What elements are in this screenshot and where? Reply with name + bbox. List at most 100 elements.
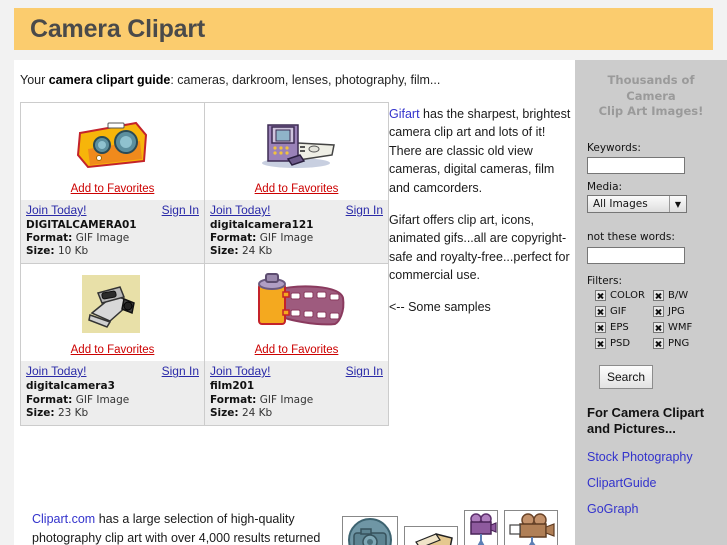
filter-label: EPS: [610, 321, 629, 333]
size-label: Size:: [210, 406, 239, 419]
intro-line: Your camera clipart guide: cameras, dark…: [20, 73, 440, 87]
clipart-com-link[interactable]: Clipart.com: [32, 512, 95, 526]
film-roll-icon[interactable]: [205, 272, 388, 336]
camera-badge-icon[interactable]: [342, 516, 398, 545]
filter-label: WMF: [668, 321, 693, 333]
add-to-favorites[interactable]: Add to Favorites: [21, 179, 204, 197]
list-item[interactable]: [342, 516, 398, 545]
page-header-band: Camera Clipart: [14, 8, 713, 50]
format-label: Format:: [26, 232, 73, 245]
filter-bw[interactable]: B/W: [653, 289, 711, 301]
clipart-row-1: [342, 510, 582, 545]
format-label: Format:: [210, 232, 257, 245]
format-label: Format:: [210, 393, 257, 406]
size-label: Size:: [26, 245, 55, 258]
filter-jpg[interactable]: JPG: [653, 305, 711, 317]
size-label: Size:: [26, 406, 55, 419]
thumbnail-meta: Join Today! Sign In film201 Format: GIF …: [205, 361, 388, 425]
size-value: 24 Kb: [241, 406, 273, 419]
add-to-favorites-link[interactable]: Add to Favorites: [71, 183, 155, 195]
film-camera-tripod-icon[interactable]: [504, 510, 558, 545]
search-button[interactable]: Search: [599, 364, 653, 389]
add-to-favorites-link[interactable]: Add to Favorites: [255, 344, 339, 356]
join-today-link[interactable]: Join Today!: [210, 364, 271, 379]
filter-gif[interactable]: GIF: [595, 305, 653, 317]
clipart-com-blurb: Clipart.com has a large selection of hig…: [32, 510, 332, 545]
compact-camera-icon[interactable]: [21, 111, 204, 175]
broken-image-icon: [653, 337, 664, 349]
list-item[interactable]: [404, 518, 458, 545]
size-value: 24 Kb: [241, 245, 273, 258]
filter-label: JPG: [668, 305, 685, 317]
broken-image-icon: [653, 289, 664, 301]
camera-dock-icon[interactable]: [205, 111, 388, 175]
file-name: digitalcamera121: [210, 219, 314, 231]
gifart-blurb: Gifart has the sharpest, brightest camer…: [389, 105, 575, 331]
blurb-paragraph-1: Gifart has the sharpest, brightest camer…: [389, 105, 575, 197]
list-item[interactable]: [464, 510, 498, 545]
sidebar-link-clipartguide[interactable]: ClipartGuide: [587, 476, 715, 490]
intro-bold: camera clipart guide: [48, 73, 171, 87]
add-to-favorites-link[interactable]: Add to Favorites: [71, 344, 155, 356]
sign-in-link[interactable]: Sign In: [162, 203, 199, 218]
add-to-favorites[interactable]: Add to Favorites: [205, 179, 388, 197]
filter-label: B/W: [668, 289, 689, 301]
page-root: Camera Clipart Your camera clipart guide…: [0, 0, 727, 545]
format-value: GIF Image: [259, 393, 314, 406]
not-these-words-label: not these words:: [587, 231, 675, 244]
intro-prefix: Your: [20, 73, 49, 87]
filter-eps[interactable]: EPS: [595, 321, 653, 333]
size-value: 23 Kb: [57, 406, 89, 419]
filter-label: GIF: [610, 305, 627, 317]
broken-image-icon: [653, 305, 664, 317]
not-these-words-input[interactable]: [587, 246, 685, 264]
sidebar-link-stock-photography[interactable]: Stock Photography: [587, 450, 715, 464]
media-label: Media:: [587, 181, 623, 194]
broken-image-icon: [595, 321, 606, 333]
size-value: 10 Kb: [57, 245, 89, 258]
thumbnail-cell-1: Add to Favorites Join Today! Sign In dig…: [204, 101, 389, 265]
main-content: Your camera clipart guide: cameras, dark…: [14, 60, 575, 545]
join-today-link[interactable]: Join Today!: [210, 203, 271, 218]
sign-in-link[interactable]: Sign In: [346, 203, 383, 218]
add-to-favorites[interactable]: Add to Favorites: [205, 340, 388, 358]
keywords-input[interactable]: [587, 157, 685, 175]
page-title: Camera Clipart: [30, 15, 206, 43]
sign-in-link[interactable]: Sign In: [346, 364, 383, 379]
sidebar-link-gograph[interactable]: GoGraph: [587, 502, 715, 516]
search-form: Keywords: Media: All Images ▼ not these …: [575, 142, 727, 389]
add-to-favorites[interactable]: Add to Favorites: [21, 340, 204, 358]
sidebar-headline: Thousands of Camera Clip Art Images!: [575, 60, 727, 120]
blurb-paragraph-2: Gifart offers clip art, icons, animated …: [389, 212, 570, 282]
sidebar-links: For Camera Clipart and Pictures... Stock…: [575, 405, 727, 517]
movie-camera-tripod-icon[interactable]: [464, 510, 498, 545]
add-to-favorites-link[interactable]: Add to Favorites: [255, 183, 339, 195]
broken-image-icon: [595, 305, 606, 317]
intro-suffix: : cameras, darkroom, lenses, photography…: [170, 73, 441, 87]
gifart-link[interactable]: Gifart: [389, 107, 420, 121]
thumbnail-meta: Join Today! Sign In digitalcamera3 Forma…: [21, 361, 204, 425]
filter-label: COLOR: [610, 289, 645, 301]
file-name: digitalcamera3: [26, 380, 115, 393]
filter-wmf[interactable]: WMF: [653, 321, 711, 333]
thumbnail-table: Add to Favorites Join Today! Sign In DIG…: [20, 101, 389, 426]
slr-camera-icon[interactable]: [21, 272, 204, 336]
filter-color[interactable]: COLOR: [595, 289, 653, 301]
list-item[interactable]: [504, 510, 558, 545]
media-select[interactable]: All Images ▼: [587, 195, 687, 214]
format-label: Format:: [26, 393, 73, 406]
broken-image-icon: [595, 289, 606, 301]
broken-image-icon: [595, 337, 606, 349]
thumbnail-meta: Join Today! Sign In DIGITALCAMERA01 Form…: [21, 200, 204, 264]
broken-image-icon: [653, 321, 664, 333]
folded-camera-icon[interactable]: [404, 526, 458, 545]
sign-in-link[interactable]: Sign In: [162, 364, 199, 379]
sidebar-headline-line1: Thousands of Camera: [607, 73, 695, 103]
join-today-link[interactable]: Join Today!: [26, 364, 87, 379]
thumbnail-cell-0: Add to Favorites Join Today! Sign In DIG…: [20, 101, 205, 265]
filter-psd[interactable]: PSD: [595, 337, 653, 349]
filter-png[interactable]: PNG: [653, 337, 711, 349]
join-today-link[interactable]: Join Today!: [26, 203, 87, 218]
clipart-sample-grid: [342, 510, 582, 545]
format-value: GIF Image: [75, 393, 130, 406]
